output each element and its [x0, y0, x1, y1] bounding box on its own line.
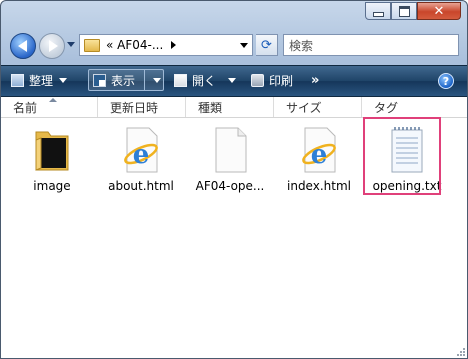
blank-file-icon: [215, 127, 247, 173]
close-icon: ✕: [433, 3, 445, 19]
arrow-left-icon: [17, 40, 27, 52]
file-item-index-html[interactable]: e index.html: [279, 120, 359, 202]
organize-label: 整理: [29, 74, 54, 88]
organize-button[interactable]: 整理: [11, 70, 68, 91]
minimize-icon: [372, 11, 384, 17]
minimize-button[interactable]: [365, 2, 391, 20]
views-dropdown[interactable]: [147, 70, 161, 91]
help-icon: ?: [442, 74, 450, 88]
chevron-down-icon: [228, 78, 237, 83]
file-name: about.html: [108, 179, 174, 193]
svg-text:e: e: [133, 140, 150, 170]
more-commands-button[interactable]: »: [311, 70, 319, 91]
internet-explorer-icon: e: [302, 127, 336, 173]
column-header-type[interactable]: 種類: [186, 97, 274, 117]
internet-explorer-icon: e: [124, 127, 158, 173]
selection-highlight: [363, 117, 441, 195]
folder-icon: [35, 131, 69, 171]
back-button[interactable]: [10, 33, 36, 59]
open-icon: [174, 74, 187, 87]
svg-text:e: e: [311, 140, 328, 170]
command-bar: 整理 表示 開く 印刷 » ?: [1, 65, 467, 97]
column-header-label: サイズ: [286, 100, 322, 115]
print-label: 印刷: [269, 74, 294, 88]
explorer-window: ✕ « AF04-... ⟳ 検索 整理 表示 開く 印刷 » ? 名前 更新日…: [0, 0, 468, 359]
maximize-icon: [398, 5, 410, 17]
help-button[interactable]: ?: [438, 73, 454, 89]
file-name: index.html: [287, 179, 351, 193]
breadcrumb-chevron-icon[interactable]: [171, 41, 177, 49]
search-input[interactable]: 検索: [283, 34, 459, 56]
more-commands-label: »: [311, 73, 320, 88]
column-header-tags[interactable]: タグ: [362, 97, 467, 117]
column-header-label: 更新日時: [110, 100, 159, 115]
maximize-button[interactable]: [391, 2, 417, 20]
file-name: AF04-ope...: [195, 179, 265, 193]
printer-icon: [251, 74, 264, 87]
column-header-date-modified[interactable]: 更新日時: [98, 97, 186, 117]
print-button[interactable]: 印刷: [251, 70, 293, 91]
file-item-af04-opening[interactable]: AF04-ope...: [190, 120, 270, 202]
recent-pages-dropdown[interactable]: [67, 42, 75, 47]
column-header-label: タグ: [374, 100, 399, 115]
resize-grip-icon[interactable]: [454, 347, 466, 357]
column-header-label: 種類: [198, 100, 223, 115]
open-label: 開く: [192, 74, 217, 88]
refresh-icon: ⟳: [261, 37, 272, 53]
open-button[interactable]: 開く: [174, 70, 237, 91]
folder-icon: [84, 38, 100, 52]
file-item-about-html[interactable]: e about.html: [101, 120, 181, 202]
address-bar[interactable]: « AF04-...: [79, 34, 253, 56]
column-header-size[interactable]: サイズ: [274, 97, 362, 117]
file-item-image[interactable]: image: [12, 120, 92, 202]
views-button[interactable]: 表示: [93, 70, 135, 91]
address-path[interactable]: « AF04-...: [106, 38, 163, 52]
refresh-button[interactable]: ⟳: [256, 34, 278, 56]
views-icon: [93, 74, 106, 87]
column-header-label: 名前: [13, 100, 38, 115]
column-headers: 名前 更新日時 種類 サイズ タグ: [1, 97, 467, 118]
chevron-down-icon: [153, 78, 161, 83]
file-name: image: [33, 179, 71, 193]
views-label: 表示: [111, 74, 136, 88]
close-button[interactable]: ✕: [417, 2, 461, 20]
address-dropdown-icon[interactable]: [240, 43, 248, 48]
chevron-down-icon: [59, 78, 68, 83]
views-divider: [144, 70, 145, 90]
forward-button[interactable]: [39, 33, 65, 59]
arrow-right-icon: [48, 40, 58, 52]
column-header-name[interactable]: 名前: [1, 97, 98, 117]
search-placeholder: 検索: [289, 38, 314, 53]
sort-ascending-icon: [49, 98, 57, 102]
organize-icon: [11, 74, 24, 87]
